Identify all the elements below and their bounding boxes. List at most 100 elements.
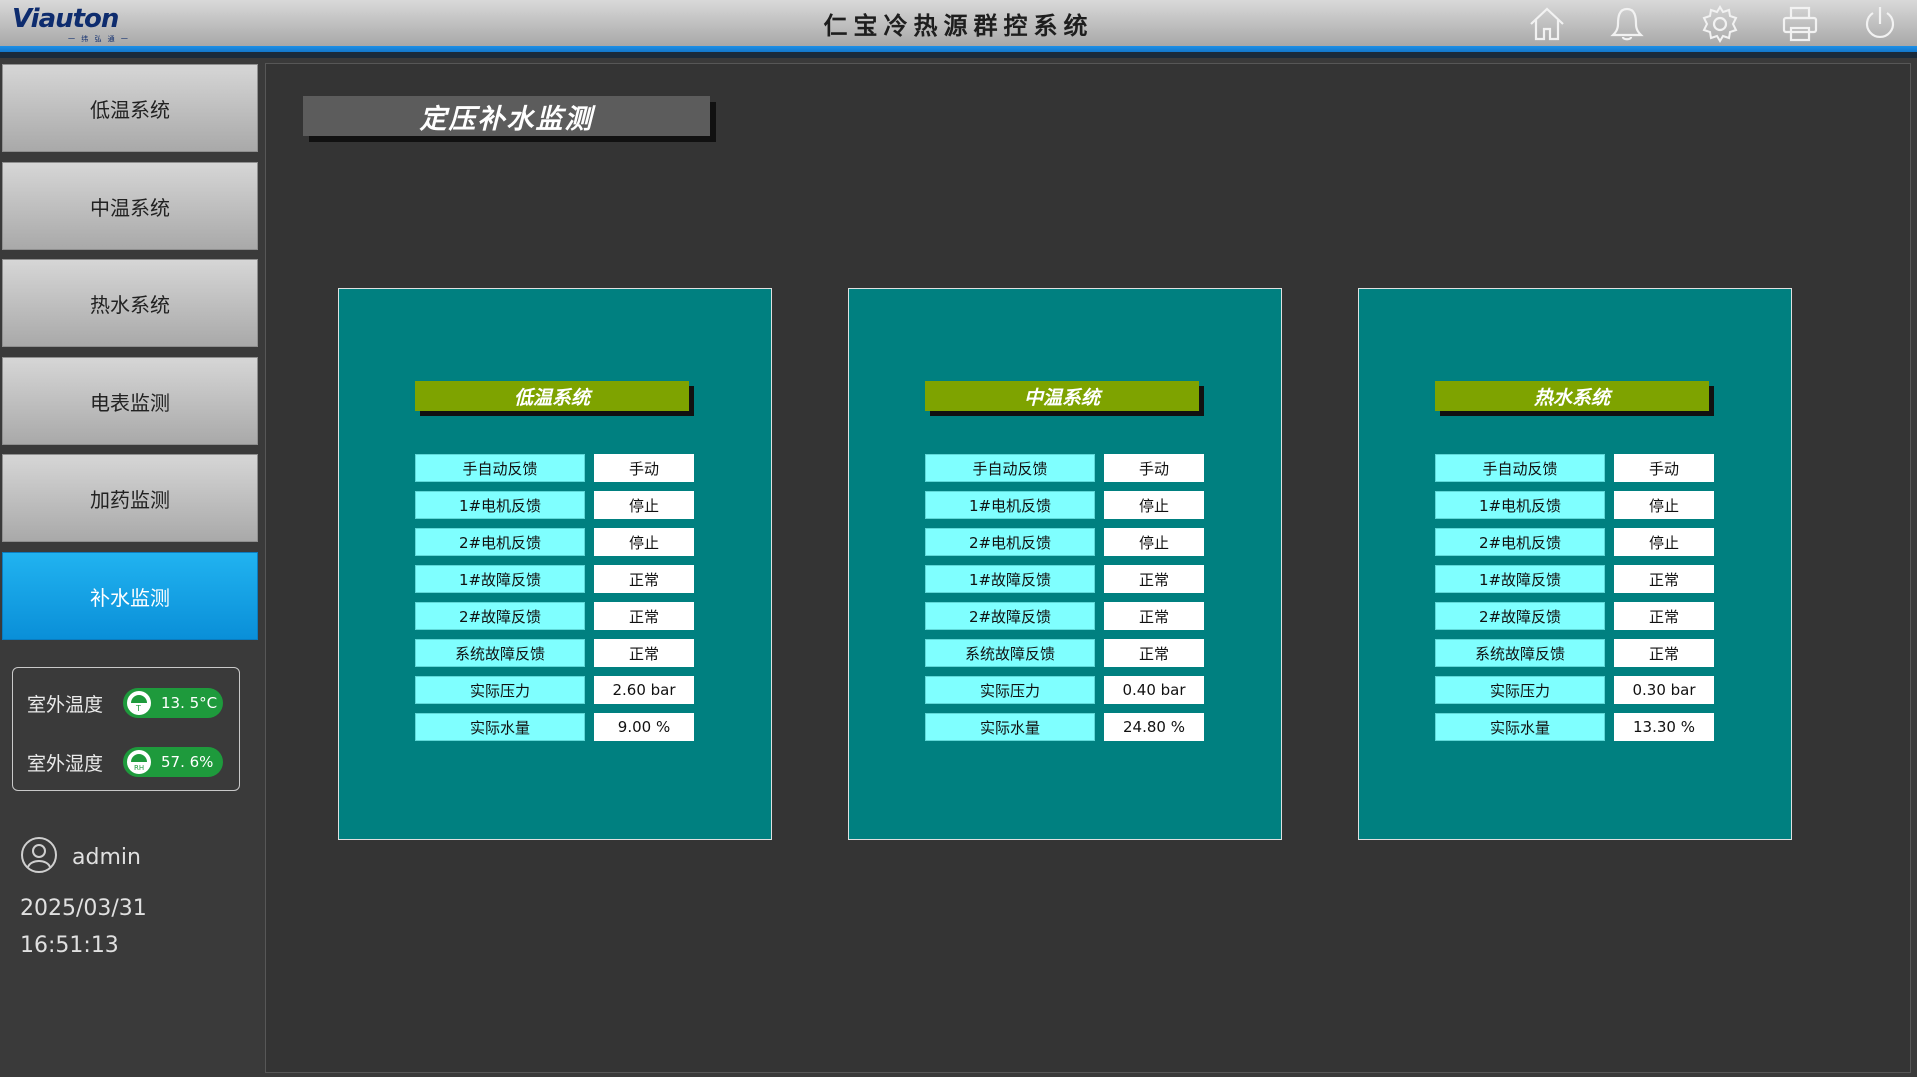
row-value: 正常 (594, 639, 694, 667)
row-label: 1#电机反馈 (1435, 491, 1605, 519)
row-label: 1#故障反馈 (925, 565, 1095, 593)
row-value: 0.30 bar (1614, 676, 1714, 704)
row-value: 正常 (1104, 565, 1204, 593)
row-value: 手动 (1104, 454, 1204, 482)
status-row: 1#电机反馈 停止 (415, 491, 694, 519)
current-date: 2025/03/31 (20, 896, 147, 921)
row-label: 1#电机反馈 (415, 491, 585, 519)
status-row: 实际水量 24.80 % (925, 713, 1204, 741)
row-value: 24.80 % (1104, 713, 1204, 741)
nav-mid-temp-system[interactable]: 中温系统 (2, 162, 258, 250)
status-row: 1#故障反馈 正常 (1435, 565, 1714, 593)
row-label: 实际水量 (1435, 713, 1605, 741)
status-row: 实际压力 0.40 bar (925, 676, 1204, 704)
nav-dosing-monitor[interactable]: 加药监测 (2, 454, 258, 542)
row-label: 1#电机反馈 (925, 491, 1095, 519)
svg-text:T: T (135, 704, 141, 713)
current-time: 16:51:13 (20, 933, 119, 958)
user-info[interactable]: admin (20, 836, 141, 878)
row-value: 正常 (1614, 602, 1714, 630)
panel-mid-temp: 中温系统 手自动反馈 手动 1#电机反馈 停止 2#电机反馈 停止 1#故障反馈 正常 … (848, 288, 1282, 840)
row-label: 实际水量 (415, 713, 585, 741)
row-label: 系统故障反馈 (925, 639, 1095, 667)
outdoor-humidity-value: 57. 6% (161, 753, 214, 771)
status-row: 实际压力 0.30 bar (1435, 676, 1714, 704)
outdoor-humidity-label: 室外湿度 (27, 752, 104, 775)
gear-icon[interactable] (1700, 4, 1740, 44)
status-row: 2#故障反馈 正常 (415, 602, 694, 630)
power-icon[interactable] (1860, 4, 1900, 44)
row-label: 2#电机反馈 (415, 528, 585, 556)
home-icon[interactable] (1527, 4, 1567, 44)
panel-title: 热水系统 (1435, 381, 1709, 411)
row-label: 2#故障反馈 (415, 602, 585, 630)
row-value: 手动 (1614, 454, 1714, 482)
svg-text:RH: RH (134, 764, 144, 772)
status-row: 1#电机反馈 停止 (1435, 491, 1714, 519)
panel-hot-water: 热水系统 手自动反馈 手动 1#电机反馈 停止 2#电机反馈 停止 1#故障反馈 正常 … (1358, 288, 1792, 840)
nav-low-temp-system[interactable]: 低温系统 (2, 64, 258, 152)
nav-meter-monitor[interactable]: 电表监测 (2, 357, 258, 445)
bell-icon[interactable] (1607, 4, 1647, 44)
thermometer-icon: T (127, 691, 151, 715)
row-value: 正常 (1614, 639, 1714, 667)
row-value: 正常 (594, 565, 694, 593)
user-avatar-icon (20, 836, 58, 878)
outdoor-humidity-row: 室外湿度 RH 57. 6% (27, 746, 223, 778)
row-value: 正常 (1614, 565, 1714, 593)
panel-title: 中温系统 (925, 381, 1199, 411)
row-label: 手自动反馈 (925, 454, 1095, 482)
header-divider (0, 52, 1917, 58)
status-row: 实际压力 2.60 bar (415, 676, 694, 704)
row-label: 系统故障反馈 (415, 639, 585, 667)
row-value: 正常 (1104, 602, 1204, 630)
row-label: 实际水量 (925, 713, 1095, 741)
row-label: 实际压力 (415, 676, 585, 704)
row-value: 手动 (594, 454, 694, 482)
status-row: 手自动反馈 手动 (1435, 454, 1714, 482)
row-label: 实际压力 (1435, 676, 1605, 704)
row-value: 2.60 bar (594, 676, 694, 704)
nav-makeup-water-monitor[interactable]: 补水监测 (2, 552, 258, 640)
panel-title: 低温系统 (415, 381, 689, 411)
row-value: 停止 (594, 491, 694, 519)
page-title: 定压补水监测 (303, 96, 710, 136)
printer-icon[interactable] (1780, 4, 1820, 44)
status-row: 2#电机反馈 停止 (1435, 528, 1714, 556)
status-row: 1#电机反馈 停止 (925, 491, 1204, 519)
row-label: 2#电机反馈 (1435, 528, 1605, 556)
status-row: 系统故障反馈 正常 (415, 639, 694, 667)
status-row: 2#故障反馈 正常 (925, 602, 1204, 630)
row-label: 系统故障反馈 (1435, 639, 1605, 667)
row-value: 正常 (594, 602, 694, 630)
row-value: 9.00 % (594, 713, 694, 741)
row-label: 手自动反馈 (1435, 454, 1605, 482)
status-row: 系统故障反馈 正常 (1435, 639, 1714, 667)
outdoor-temp-value: 13. 5°C (161, 694, 218, 712)
row-value: 停止 (1104, 528, 1204, 556)
status-row: 2#电机反馈 停止 (925, 528, 1204, 556)
row-label: 1#故障反馈 (1435, 565, 1605, 593)
status-row: 1#故障反馈 正常 (415, 565, 694, 593)
row-value: 正常 (1104, 639, 1204, 667)
row-label: 2#电机反馈 (925, 528, 1095, 556)
status-row: 手自动反馈 手动 (415, 454, 694, 482)
status-row: 2#故障反馈 正常 (1435, 602, 1714, 630)
status-row: 1#故障反馈 正常 (925, 565, 1204, 593)
outdoor-temp-row: 室外温度 T 13. 5°C (27, 687, 223, 719)
row-value: 停止 (1614, 491, 1714, 519)
status-row: 2#电机反馈 停止 (415, 528, 694, 556)
row-value: 0.40 bar (1104, 676, 1204, 704)
row-label: 1#故障反馈 (415, 565, 585, 593)
status-row: 系统故障反馈 正常 (925, 639, 1204, 667)
row-value: 13.30 % (1614, 713, 1714, 741)
row-label: 手自动反馈 (415, 454, 585, 482)
outdoor-humidity-badge: RH 57. 6% (123, 747, 223, 777)
humidity-icon: RH (127, 750, 151, 774)
nav-hot-water-system[interactable]: 热水系统 (2, 259, 258, 347)
outdoor-temp-badge: T 13. 5°C (123, 688, 223, 718)
row-label: 2#故障反馈 (1435, 602, 1605, 630)
user-name: admin (72, 844, 141, 870)
panel-low-temp: 低温系统 手自动反馈 手动 1#电机反馈 停止 2#电机反馈 停止 1#故障反馈 正常 … (338, 288, 772, 840)
weather-box: 室外温度 T 13. 5°C 室外湿度 RH 57. 6% (12, 667, 240, 791)
